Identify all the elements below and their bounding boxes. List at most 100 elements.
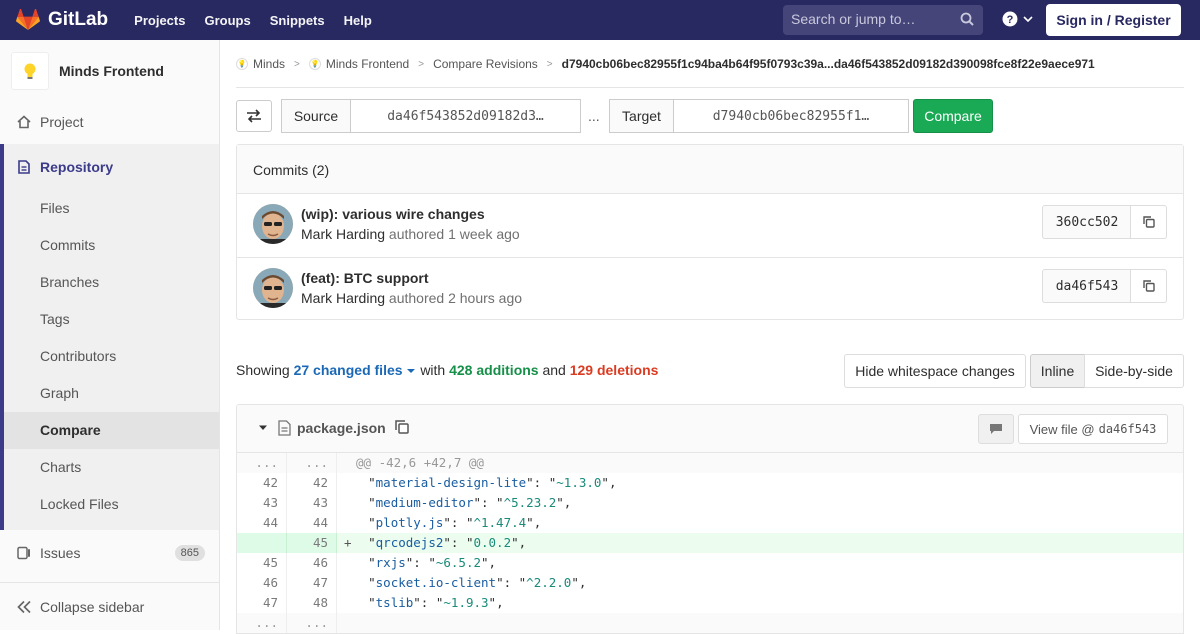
- json-key: rxjs: [375, 555, 406, 570]
- commit-author[interactable]: Mark Harding: [301, 226, 385, 242]
- toggle-comments-button[interactable]: [978, 414, 1014, 444]
- new-line-number[interactable]: 43: [287, 493, 337, 513]
- view-file-button[interactable]: View file @ da46f543: [1018, 414, 1168, 444]
- old-line-number[interactable]: 47: [237, 593, 287, 613]
- file-header: package.json View file @ da46f543: [237, 405, 1183, 453]
- json-key: material-design-lite: [375, 475, 527, 490]
- double-chevron-left-icon: [16, 600, 32, 614]
- copy-sha-button[interactable]: [1130, 269, 1167, 303]
- commit-sha[interactable]: da46f543: [1042, 269, 1131, 303]
- json-key: plotly.js: [375, 515, 444, 530]
- diff-line: 44 44 "plotly.js": "^1.47.4",: [237, 513, 1183, 533]
- sidebar-subitem-graph[interactable]: Graph: [40, 385, 79, 401]
- document-icon: [16, 160, 32, 174]
- new-line-number: ...: [287, 453, 337, 473]
- breadcrumb-label: Minds: [253, 57, 286, 71]
- caret-down-icon[interactable]: [258, 424, 268, 432]
- sidebar-subitem-charts[interactable]: Charts: [40, 459, 81, 475]
- commit-date: authored 1 week ago: [388, 226, 520, 242]
- deletions-count: 129 deletions: [569, 362, 659, 378]
- view-file-label: View file @: [1029, 421, 1095, 437]
- sidebar-subitem-tags[interactable]: Tags: [40, 311, 70, 327]
- source-revision-dropdown[interactable]: da46f543852d09182d3…: [350, 99, 581, 133]
- sidebar-subitem-commits[interactable]: Commits: [40, 237, 95, 253]
- nav-link-projects[interactable]: Projects: [134, 13, 185, 28]
- old-line-number[interactable]: 43: [237, 493, 287, 513]
- summary-text: Showing: [236, 362, 290, 378]
- hide-whitespace-button[interactable]: Hide whitespace changes: [844, 354, 1026, 388]
- sidebar-subitem-locked-files[interactable]: Locked Files: [40, 496, 119, 512]
- breadcrumb-current[interactable]: d7940cb06bec82955f1c94ba4b64f95f0793c39a…: [562, 57, 1095, 71]
- comment-icon: [990, 424, 1002, 434]
- diff-expand-line[interactable]: ... ...: [237, 613, 1183, 633]
- gitlab-logo[interactable]: GitLab: [16, 9, 108, 31]
- code-line: "tslib": "~1.9.3",: [338, 595, 504, 610]
- side-by-side-view-button[interactable]: Side-by-side: [1084, 354, 1184, 388]
- sidebar-item-issues[interactable]: Issues 865: [0, 543, 219, 563]
- commit-title[interactable]: (wip): various wire changes: [301, 206, 485, 222]
- sign-in-button[interactable]: Sign in / Register: [1046, 4, 1181, 36]
- sidebar-item-label: Project: [40, 114, 84, 130]
- project-avatar-icon: 💡: [308, 58, 321, 70]
- diff-line: 45 46 "rxjs": "~6.5.2",: [237, 553, 1183, 573]
- compare-button[interactable]: Compare: [913, 99, 993, 133]
- copy-sha-button[interactable]: [1130, 205, 1167, 239]
- sidebar-item-repository[interactable]: Repository: [0, 157, 219, 177]
- old-line-number[interactable]: 42: [237, 473, 287, 493]
- sidebar-item-project[interactable]: Project: [0, 112, 219, 132]
- diff-line: 42 42 "material-design-lite": "~1.3.0",: [237, 473, 1183, 493]
- avatar[interactable]: [253, 268, 293, 308]
- view-file-sha: da46f543: [1098, 422, 1157, 436]
- commits-header: Commits (2): [237, 145, 1183, 194]
- sidebar-subitem-branches[interactable]: Branches: [40, 274, 99, 290]
- sidebar-item-label: Issues: [40, 545, 81, 561]
- nav-link-help[interactable]: Help: [344, 13, 372, 28]
- old-line-number[interactable]: [237, 533, 287, 553]
- nav-link-snippets[interactable]: Snippets: [270, 13, 325, 28]
- search-input[interactable]: Search or jump to…: [783, 5, 983, 35]
- old-line-number: ...: [237, 613, 287, 633]
- sidebar-subitem-contributors[interactable]: Contributors: [40, 348, 116, 364]
- search-placeholder: Search or jump to…: [791, 11, 916, 27]
- target-revision-dropdown[interactable]: d7940cb06bec82955f1…: [673, 99, 909, 133]
- copy-icon: [1142, 216, 1155, 228]
- question-circle-icon: ?: [1002, 11, 1018, 27]
- old-line-number[interactable]: 44: [237, 513, 287, 533]
- issues-count-badge: 865: [174, 545, 205, 561]
- sidebar-subitem-files[interactable]: Files: [40, 200, 70, 216]
- breadcrumb-item-compare[interactable]: Compare Revisions: [433, 57, 538, 71]
- nav-link-groups[interactable]: Groups: [204, 13, 250, 28]
- group-avatar-icon: 💡: [236, 58, 248, 70]
- new-line-number[interactable]: 48: [287, 593, 337, 613]
- breadcrumb-item-minds-frontend[interactable]: 💡 Minds Frontend: [308, 57, 409, 71]
- old-line-number[interactable]: 46: [237, 573, 287, 593]
- inline-view-button[interactable]: Inline: [1030, 354, 1085, 388]
- additions-count: 428 additions: [449, 362, 539, 378]
- avatar[interactable]: [253, 204, 293, 244]
- changed-files-dropdown[interactable]: 27 changed files: [294, 362, 417, 378]
- copy-icon[interactable]: [395, 420, 409, 434]
- breadcrumb-item-minds[interactable]: 💡 Minds: [236, 57, 285, 71]
- new-line-number[interactable]: 44: [287, 513, 337, 533]
- new-line-number[interactable]: 45: [287, 533, 337, 553]
- new-line-number[interactable]: 42: [287, 473, 337, 493]
- swap-arrows-icon: [247, 109, 261, 123]
- old-line-number[interactable]: 45: [237, 553, 287, 573]
- commit-sha[interactable]: 360cc502: [1042, 205, 1131, 239]
- new-line-number[interactable]: 47: [287, 573, 337, 593]
- file-name[interactable]: package.json: [297, 420, 386, 436]
- commit-author[interactable]: Mark Harding: [301, 290, 385, 306]
- chevron-down-icon: [1023, 16, 1033, 23]
- collapse-sidebar-button[interactable]: Collapse sidebar: [0, 582, 219, 630]
- commit-title[interactable]: (feat): BTC support: [301, 270, 429, 286]
- sidebar-subitem-compare[interactable]: Compare: [40, 422, 101, 438]
- commits-list: Commits (2) (wip): various wire changes …: [236, 144, 1184, 320]
- help-dropdown[interactable]: ?: [1002, 11, 1034, 27]
- new-line-number[interactable]: 46: [287, 553, 337, 573]
- json-value: ^5.23.2: [503, 495, 557, 510]
- code-line: "socket.io-client": "^2.2.0",: [338, 575, 587, 590]
- hunk-header: @@ -42,6 +42,7 @@: [356, 455, 484, 470]
- changed-files-label: 27 changed files: [293, 362, 403, 378]
- sidebar-project-header[interactable]: Minds Frontend: [0, 40, 219, 102]
- swap-revisions-button[interactable]: [236, 100, 272, 132]
